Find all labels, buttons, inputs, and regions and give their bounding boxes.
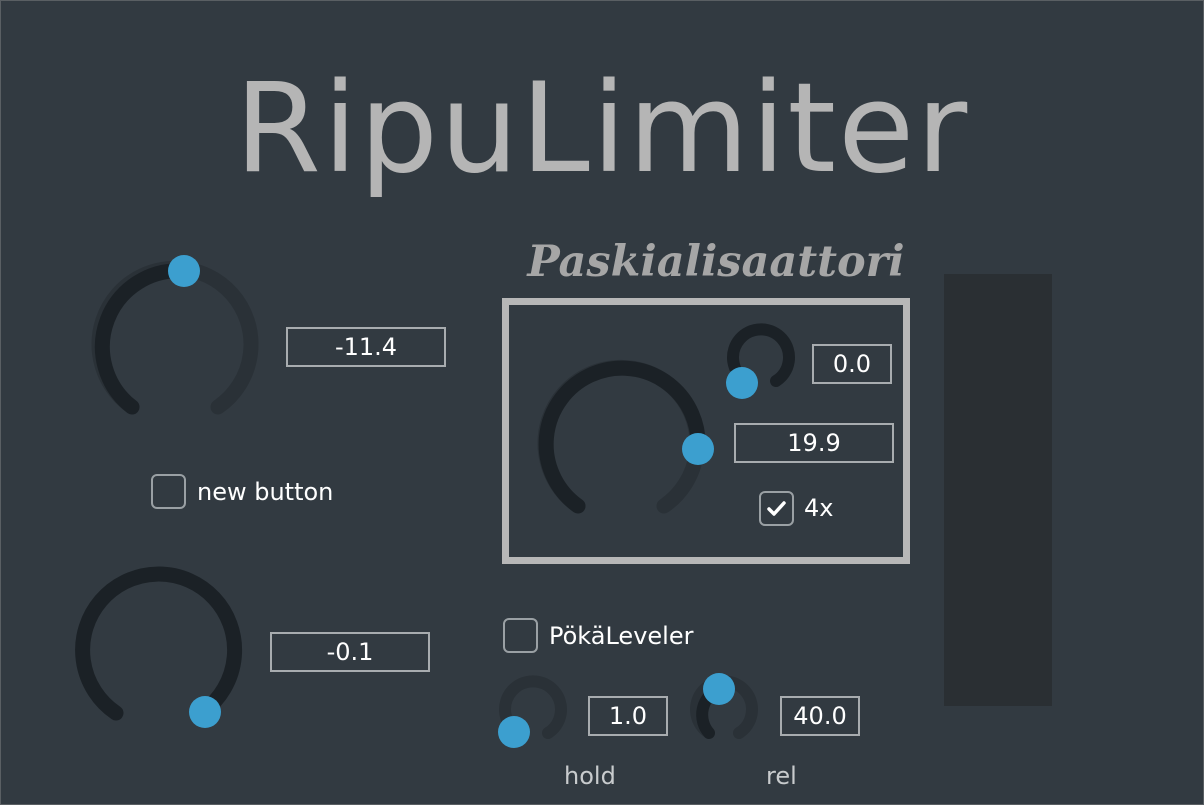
- threshold-knob[interactable]: [85, 255, 265, 419]
- pokaleveler-checkbox[interactable]: [503, 618, 538, 653]
- level-meter: [944, 274, 1052, 706]
- knob-thumb: [726, 367, 758, 399]
- rel-label: rel: [766, 762, 797, 790]
- app-title: RipuLimiter: [234, 57, 970, 201]
- hold-knob[interactable]: [491, 673, 581, 753]
- hold-value-field[interactable]: 1.0: [588, 696, 668, 736]
- hold-label: hold: [564, 762, 616, 790]
- knob-thumb: [682, 433, 714, 465]
- release-knob[interactable]: [683, 673, 773, 753]
- oversample-4x-label: 4x: [804, 494, 834, 522]
- paskialisaattori-small-knob[interactable]: [716, 321, 806, 401]
- paskialisaattori-main-value-field[interactable]: 19.9: [734, 423, 894, 463]
- knob-thumb: [703, 673, 735, 705]
- knob-thumb: [498, 716, 530, 748]
- ceiling-knob[interactable]: [69, 561, 249, 731]
- new-button-label: new button: [197, 478, 334, 506]
- new-button-checkbox[interactable]: [151, 474, 186, 509]
- plugin-window: RipuLimiter Paskialisaattori -11.4 new b…: [0, 0, 1204, 805]
- checkmark-icon: [767, 501, 786, 516]
- paskialisaattori-small-value-field[interactable]: 0.0: [812, 344, 892, 384]
- pokaleveler-label: PökäLeveler: [549, 622, 694, 650]
- paskialisaattori-main-knob[interactable]: [531, 351, 714, 521]
- section-title-paskialisaattori: Paskialisaattori: [527, 237, 905, 287]
- oversample-4x-checkbox[interactable]: [759, 491, 794, 526]
- release-value-field[interactable]: 40.0: [780, 696, 860, 736]
- threshold-value-field[interactable]: -11.4: [286, 327, 446, 367]
- knob-thumb: [189, 696, 221, 728]
- knob-thumb: [168, 255, 200, 287]
- ceiling-value-field[interactable]: -0.1: [270, 632, 430, 672]
